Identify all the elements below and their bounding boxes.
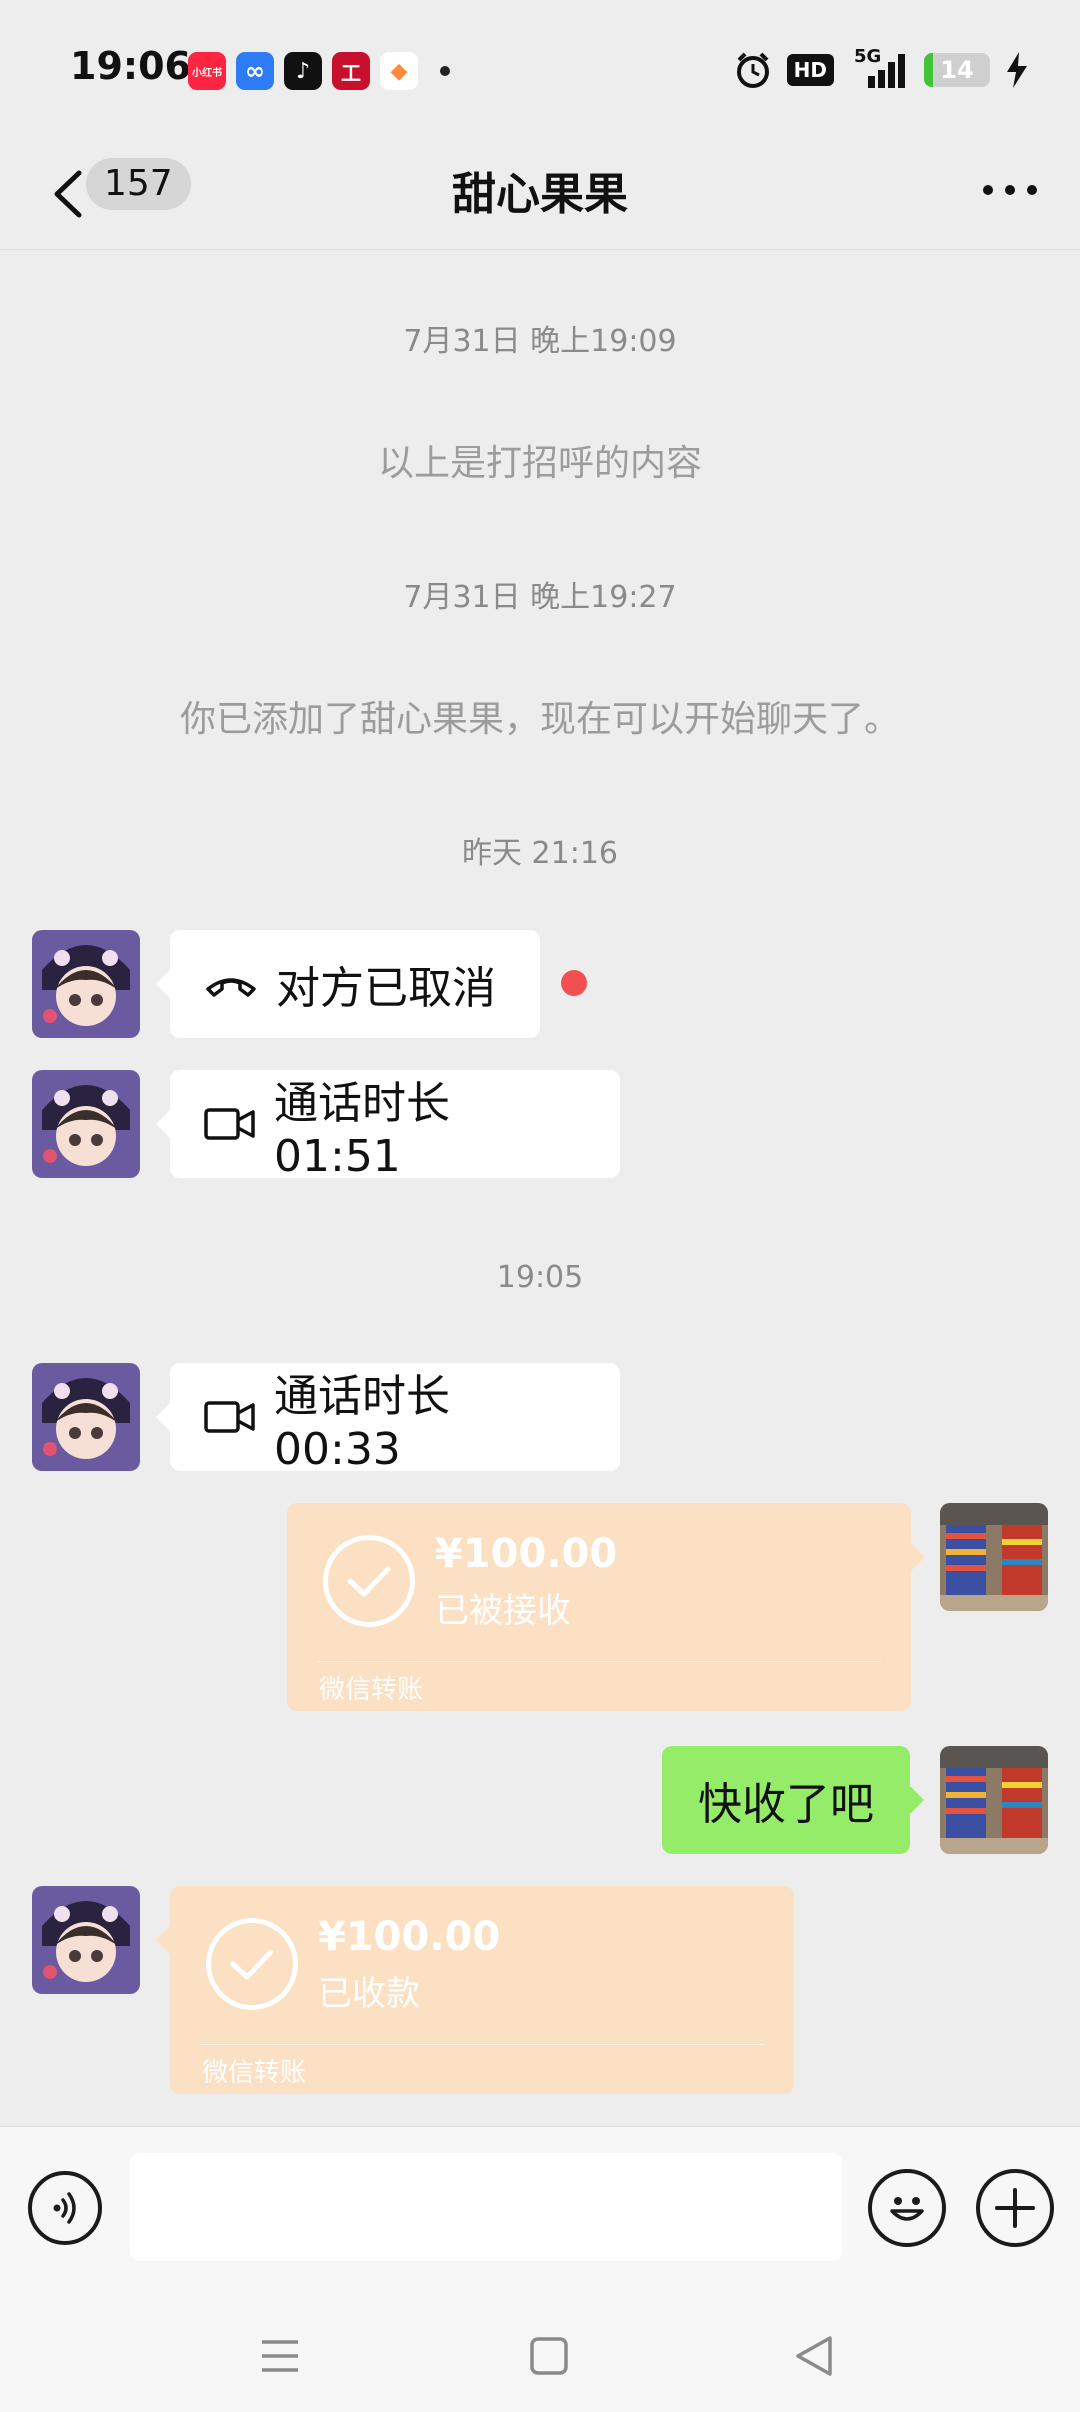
transfer-label: 微信转账 <box>202 2058 307 2088</box>
text-message-sent[interactable]: 快收了吧 <box>662 1746 924 1854</box>
contact-avatar[interactable] <box>32 1363 140 1471</box>
hd-icon: HD <box>786 54 834 86</box>
emoji-icon <box>890 2197 924 2221</box>
transfer-status: 已被接收 <box>435 1591 571 1631</box>
bank-icon: 工 <box>332 52 370 90</box>
system-note: 以上是打招呼的内容 <box>377 443 702 484</box>
plus-icon <box>995 2188 1035 2228</box>
unread-dot <box>561 970 587 996</box>
battery-text: 14 <box>940 56 974 84</box>
phone-hangup-icon <box>204 969 258 999</box>
video-call-message[interactable]: 通话时长 01:51 <box>156 1070 620 1182</box>
home-square-icon <box>530 2337 568 2375</box>
charging-icon <box>1007 52 1027 88</box>
timestamp: 7月31日 晚上19:27 <box>403 580 677 615</box>
check-circle-icon <box>323 1535 415 1627</box>
notification-icons: 小红书 ∞ ♪ 工 ◆ <box>188 52 450 90</box>
divider <box>200 2044 764 2045</box>
back-triangle-icon <box>796 2336 832 2376</box>
check-circle-icon <box>206 1918 298 2010</box>
more-dots-icon <box>983 185 1037 195</box>
system-navigation-bar <box>0 2286 1080 2412</box>
chat-header: 157 甜心果果 <box>0 140 1080 250</box>
home-button[interactable] <box>519 2326 579 2386</box>
emoji-button[interactable] <box>868 2169 946 2247</box>
input-bar <box>0 2126 1080 2286</box>
battery-icon: 14 <box>924 53 990 87</box>
chat-title: 甜心果果 <box>452 169 628 220</box>
more-options-button[interactable] <box>980 170 1040 210</box>
video-camera-icon <box>204 1400 256 1434</box>
contact-avatar[interactable] <box>32 1886 140 1994</box>
my-avatar[interactable] <box>940 1503 1048 1611</box>
call-duration-text: 通话时长 01:51 <box>274 1077 450 1182</box>
signal-icon: 5G <box>848 46 910 90</box>
transfer-amount: ¥100.00 <box>318 1914 501 1960</box>
transfer-received-card[interactable]: ¥100.00 已收款 微信转账 <box>156 1886 794 2094</box>
status-bar: 19:06 小红书 ∞ ♪ 工 ◆ HD 5G 14 <box>0 0 1080 140</box>
back-nav-button[interactable] <box>784 2326 844 2386</box>
contact-avatar[interactable] <box>32 1070 140 1178</box>
status-time: 19:06 <box>70 44 191 88</box>
more-notifications-icon <box>440 66 450 76</box>
call-duration-text: 通话时长 00:33 <box>274 1370 450 1475</box>
call-cancelled-text: 对方已取消 <box>276 963 496 1014</box>
menu-icon <box>262 2340 298 2372</box>
transfer-amount: ¥100.00 <box>435 1531 618 1577</box>
tiktok-icon: ♪ <box>284 52 322 90</box>
message-text: 快收了吧 <box>698 1779 874 1830</box>
battery-level <box>924 53 934 87</box>
message-input[interactable] <box>130 2153 842 2261</box>
my-avatar[interactable] <box>940 1746 1048 1854</box>
timestamp: 7月31日 晚上19:09 <box>403 324 677 359</box>
call-cancelled-message[interactable]: 对方已取消 <box>156 930 540 1038</box>
timestamp: 昨天 21:16 <box>462 836 618 871</box>
status-right: HD 5G 14 <box>733 46 1030 90</box>
menu-button[interactable] <box>250 2326 310 2386</box>
more-functions-button[interactable] <box>976 2169 1054 2247</box>
transfer-status: 已收款 <box>318 1974 420 2014</box>
chat-screen: 19:06 小红书 ∞ ♪ 工 ◆ HD 5G 14 157 甜心果果 7月31… <box>0 0 1080 2412</box>
video-camera-icon <box>204 1107 256 1141</box>
cloud-icon: ∞ <box>236 52 274 90</box>
system-note: 你已添加了甜心果果，现在可以开始聊天了。 <box>179 699 900 740</box>
transfer-sent-card[interactable]: ¥100.00 已被接收 微信转账 <box>287 1503 925 1711</box>
divider <box>317 1661 881 1662</box>
voice-icon <box>53 2192 76 2224</box>
app-icon: ◆ <box>380 52 418 90</box>
xiaohongshu-icon: 小红书 <box>188 52 226 90</box>
transfer-label: 微信转账 <box>319 1675 424 1705</box>
contact-avatar[interactable] <box>32 930 140 1038</box>
alarm-icon <box>736 52 769 88</box>
voice-input-button[interactable] <box>28 2171 102 2245</box>
timestamp: 19:05 <box>496 1260 584 1295</box>
video-call-message[interactable]: 通话时长 00:33 <box>156 1363 620 1475</box>
